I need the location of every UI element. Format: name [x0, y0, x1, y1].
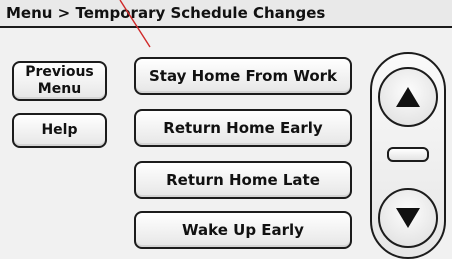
return-home-early-button[interactable]: Return Home Early: [134, 109, 352, 147]
scroll-down-button[interactable]: [378, 188, 438, 248]
help-button[interactable]: Help: [12, 113, 107, 148]
menu-item-label: Wake Up Early: [182, 221, 304, 239]
page-title: Menu > Temporary Schedule Changes: [6, 4, 326, 22]
menu-item-label: Stay Home From Work: [148, 67, 338, 85]
previous-menu-label: Previous Menu: [25, 64, 94, 97]
menu-item-label: Return Home Late: [166, 171, 320, 189]
stay-home-from-work-button[interactable]: Stay Home From Work: [134, 57, 352, 95]
previous-menu-button[interactable]: Previous Menu: [12, 61, 107, 101]
breadcrumb-header: Menu > Temporary Schedule Changes: [0, 0, 452, 28]
triangle-up-icon: [396, 87, 420, 107]
return-home-late-button[interactable]: Return Home Late: [134, 161, 352, 199]
scroll-indicator: [387, 147, 429, 162]
wake-up-early-button[interactable]: Wake Up Early: [134, 211, 352, 249]
triangle-down-icon: [396, 208, 420, 228]
menu-item-label: Return Home Early: [163, 119, 323, 137]
scroll-up-button[interactable]: [378, 67, 438, 127]
help-label: Help: [41, 122, 78, 138]
thermostat-screen: Menu > Temporary Schedule Changes Previo…: [0, 0, 452, 259]
